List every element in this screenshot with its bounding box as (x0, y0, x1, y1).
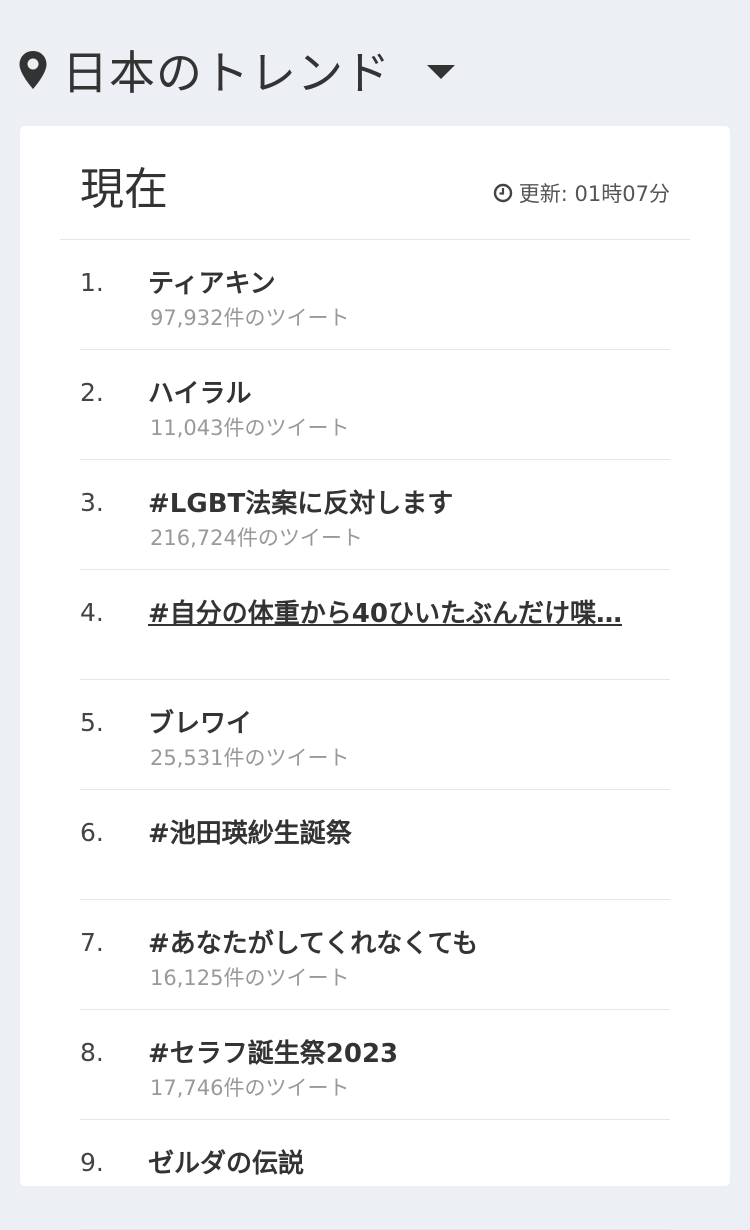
trend-item-2[interactable]: 2. ハイラル 11,043件のツイート (80, 350, 670, 460)
trend-rank: 7. (80, 928, 104, 957)
trend-item-1[interactable]: 1. ティアキン 97,932件のツイート (80, 240, 670, 350)
trend-name[interactable]: ゼルダの伝説 (148, 1143, 643, 1180)
trend-item-6[interactable]: 6. #池田瑛紗生誕祭 (80, 790, 670, 900)
clock-icon (493, 183, 513, 203)
trend-item-9[interactable]: 9. ゼルダの伝説 (80, 1120, 670, 1230)
trend-name[interactable]: #LGBT法案に反対します (148, 483, 643, 520)
trend-rank: 2. (80, 378, 104, 407)
trend-rank: 4. (80, 598, 104, 627)
trend-rank: 8. (80, 1038, 104, 1067)
trend-name[interactable]: ティアキン (148, 263, 643, 300)
trend-name[interactable]: #セラフ誕生祭2023 (148, 1033, 643, 1070)
trend-item-3[interactable]: 3. #LGBT法案に反対します 216,724件のツイート (80, 460, 670, 570)
trend-tweet-count: 97,932件のツイート (150, 306, 350, 330)
trend-name[interactable]: ブレワイ (148, 703, 643, 740)
trend-rank: 1. (80, 268, 104, 297)
trend-tweet-count: 16,125件のツイート (150, 966, 350, 990)
location-selector[interactable]: 日本のトレンド (18, 38, 455, 102)
trend-tweet-count: 17,746件のツイート (150, 1076, 350, 1100)
trend-item-5[interactable]: 5. ブレワイ 25,531件のツイート (80, 680, 670, 790)
trend-item-4[interactable]: 4. #自分の体重から40ひいたぶんだけ喋… (80, 570, 670, 680)
page-title: 日本のトレンド (62, 46, 391, 100)
trend-name[interactable]: #あなたがしてくれなくても (148, 923, 643, 960)
trend-name[interactable]: ハイラル (148, 373, 643, 410)
updated-time: 更新: 01時07分 (493, 178, 670, 208)
trend-name[interactable]: #池田瑛紗生誕祭 (148, 813, 643, 850)
trend-tweet-count: 11,043件のツイート (150, 416, 350, 440)
trend-item-7[interactable]: 7. #あなたがしてくれなくても 16,125件のツイート (80, 900, 670, 1010)
card-title: 現在 (80, 164, 168, 215)
trend-tweet-count: 25,531件のツイート (150, 746, 350, 770)
trend-tweet-count: 216,724件のツイート (150, 526, 363, 550)
caret-down-icon[interactable] (427, 65, 455, 79)
trend-rank: 6. (80, 818, 104, 847)
trend-container: 1. ティアキン 97,932件のツイート 2. ハイラル 11,043件のツイート 3. #… (80, 240, 670, 1230)
trend-name[interactable]: #自分の体重から40ひいたぶんだけ喋… (148, 593, 643, 630)
trend-rank: 3. (80, 488, 104, 517)
card-header: 現在 更新: 01時07分 (60, 126, 690, 240)
trend-rank: 9. (80, 1148, 104, 1177)
trend-rank: 5. (80, 708, 104, 737)
trend-item-8[interactable]: 8. #セラフ誕生祭2023 17,746件のツイート (80, 1010, 670, 1120)
map-pin-icon (18, 50, 48, 90)
updated-label: 更新: 01時07分 (518, 182, 670, 206)
